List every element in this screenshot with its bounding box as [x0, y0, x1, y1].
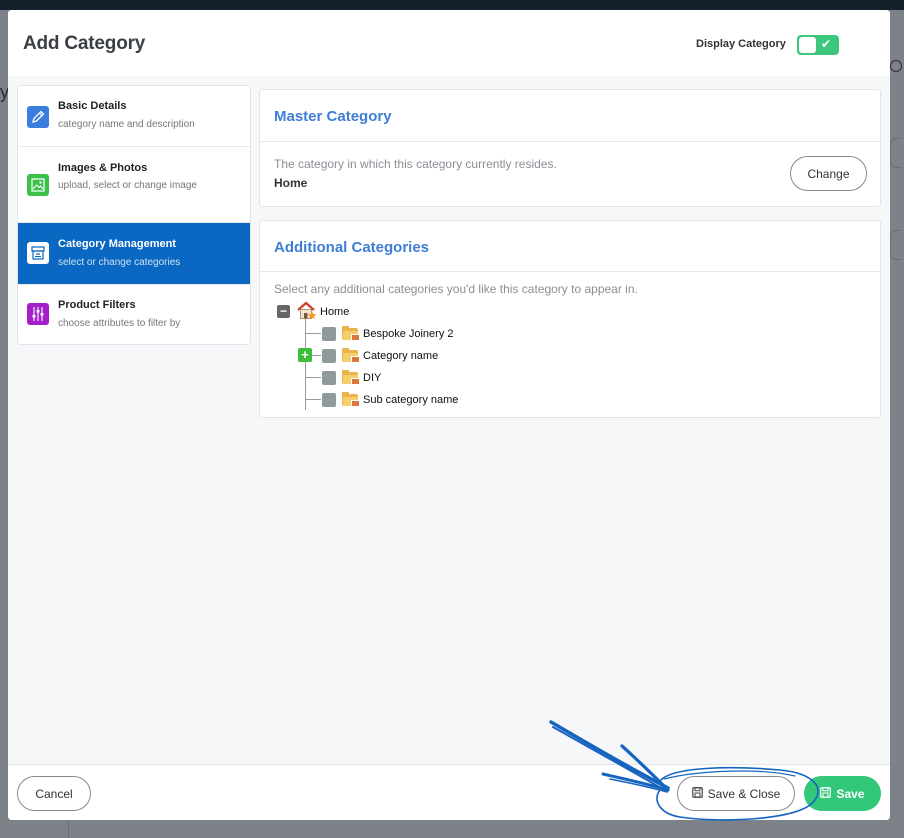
save-and-close-label: Save & Close	[707, 786, 781, 801]
home-icon	[296, 301, 318, 320]
additional-categories-title: Additional Categories	[274, 239, 430, 256]
nav-item-subtitle: category name and description	[58, 119, 195, 130]
nav-item-product-filters[interactable]: Product Filters choose attributes to fil…	[18, 285, 250, 346]
background-topbar	[0, 0, 904, 10]
nav-item-basic-details[interactable]: Basic Details category name and descript…	[18, 86, 250, 147]
nav-item-images-photos[interactable]: Images & Photos upload, select or change…	[18, 147, 250, 223]
filter-sliders-icon	[27, 303, 49, 325]
section-nav: Basic Details category name and descript…	[17, 85, 251, 345]
master-category-panel: Master Category The category in which th…	[259, 89, 881, 207]
tree-line	[305, 399, 321, 400]
tree-line	[305, 377, 321, 378]
floppy-disk-icon	[691, 786, 703, 801]
display-category-toggle[interactable]: ✔	[797, 35, 839, 55]
nav-item-subtitle: choose attributes to filter by	[58, 318, 181, 329]
folder-icon	[342, 370, 360, 385]
tree-line	[305, 333, 321, 334]
folder-icon	[342, 392, 360, 407]
tree-root-label[interactable]: Home	[320, 306, 349, 318]
nav-item-category-management[interactable]: Category Management select or change cat…	[18, 223, 250, 285]
toggle-knob	[799, 37, 816, 53]
category-checkbox[interactable]	[322, 371, 336, 385]
divider	[260, 271, 880, 272]
additional-categories-panel: Additional Categories Select any additio…	[259, 220, 881, 418]
category-checkbox[interactable]	[322, 393, 336, 407]
save-and-close-button[interactable]: Save & Close	[677, 776, 795, 811]
nav-item-subtitle: select or change categories	[58, 257, 181, 268]
cancel-button[interactable]: Cancel	[17, 776, 91, 811]
master-category-title: Master Category	[274, 108, 392, 125]
archive-icon	[27, 242, 49, 264]
background-right-strip	[890, 10, 904, 838]
modal-title: Add Category	[23, 33, 146, 54]
tree-line	[312, 355, 321, 356]
folder-icon	[342, 326, 360, 341]
floppy-disk-icon	[820, 786, 832, 801]
category-checkbox[interactable]	[322, 349, 336, 363]
background-field	[890, 230, 902, 260]
folder-icon	[342, 348, 360, 363]
display-category-label: Display Category	[696, 38, 786, 50]
divider	[260, 141, 880, 142]
tree-node-label[interactable]: Category name	[363, 350, 438, 362]
cancel-label: Cancel	[35, 786, 73, 801]
modal-header: Add Category Display Category ✔	[8, 10, 890, 76]
nav-item-title: Category Management	[58, 238, 176, 250]
background-bottom-strip	[0, 820, 904, 838]
collapse-toggle-icon[interactable]: −	[277, 305, 290, 318]
tree-node-label[interactable]: Bespoke Joinery 2	[363, 328, 454, 340]
master-category-value: Home	[274, 176, 308, 190]
image-icon	[27, 174, 49, 196]
category-checkbox[interactable]	[322, 327, 336, 341]
expand-toggle-icon[interactable]: +	[298, 348, 312, 362]
master-category-description: The category in which this category curr…	[274, 157, 557, 171]
background-circle-icon	[890, 60, 902, 72]
background-field	[890, 138, 902, 168]
nav-item-title: Basic Details	[58, 100, 127, 112]
modal-footer: Cancel Save & Close Save	[8, 764, 890, 820]
check-icon: ✔	[821, 37, 832, 51]
change-master-category-button[interactable]: Change	[790, 156, 867, 191]
add-category-modal: Add Category Display Category ✔ Basic De…	[8, 10, 890, 820]
background-left-strip: y	[0, 10, 9, 838]
additional-categories-description: Select any additional categories you'd l…	[274, 282, 638, 296]
tree-node-label[interactable]: DIY	[363, 372, 381, 384]
pencil-icon	[27, 106, 49, 128]
save-button[interactable]: Save	[804, 776, 881, 811]
save-label: Save	[836, 786, 865, 801]
tree-node-label[interactable]: Sub category name	[363, 394, 458, 406]
nav-item-title: Images & Photos	[58, 162, 148, 174]
nav-item-subtitle: upload, select or change image	[58, 180, 197, 191]
nav-item-title: Product Filters	[58, 299, 136, 311]
